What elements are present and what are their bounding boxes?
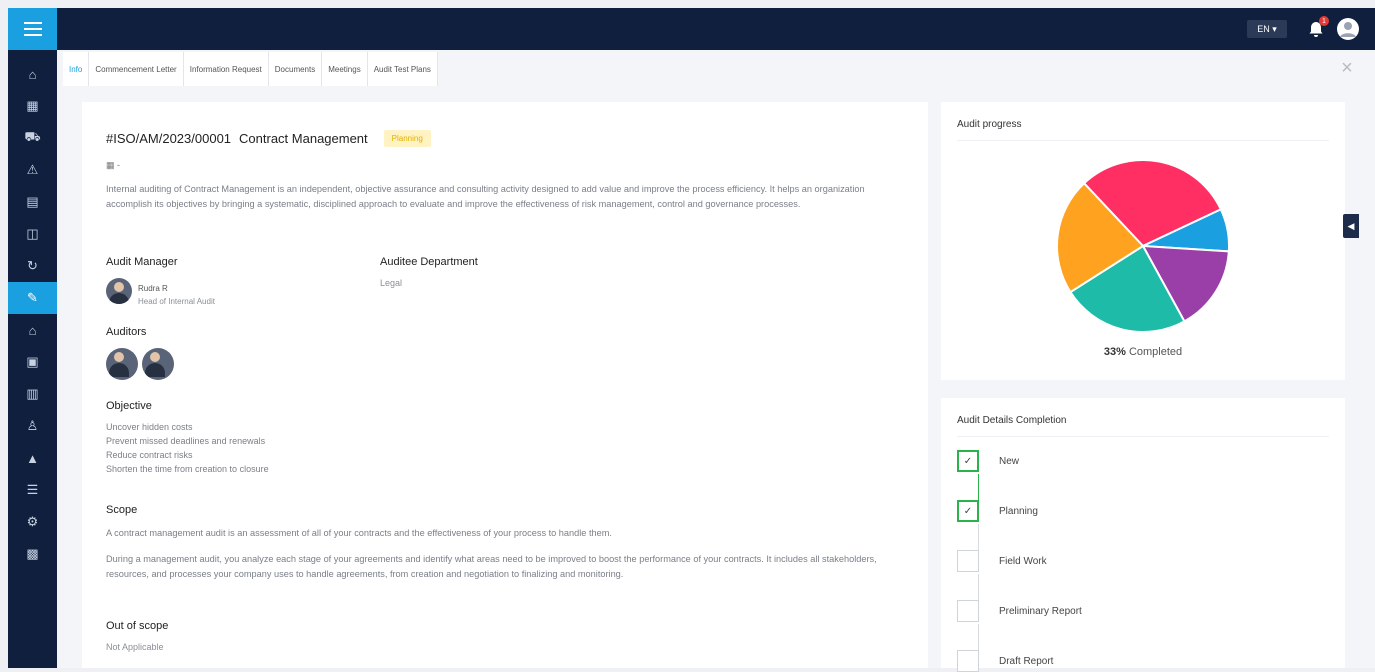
settings-icon[interactable]: ⚙ xyxy=(8,506,57,538)
language-label: EN xyxy=(1257,24,1270,34)
clipboard-icon[interactable]: ◫ xyxy=(8,218,57,250)
auditee-department: Legal xyxy=(380,278,403,288)
notification-badge: 1 xyxy=(1319,16,1329,26)
check-icon[interactable]: ✓ xyxy=(957,500,979,522)
audit-date-value: - xyxy=(117,160,121,170)
auditee-department-label: Auditee Department xyxy=(380,256,478,268)
objective-list: Uncover hidden costs Prevent missed dead… xyxy=(106,420,269,476)
objective-item: Uncover hidden costs xyxy=(106,422,193,432)
sidebar: ⌂ ▦ ⛟ ⚠ ▤ ◫ ↻ ✎ ⌂ ▣ ▥ ♙ ▲ ☰ ⚙ ▩ xyxy=(8,8,57,668)
report-icon[interactable]: ▥ xyxy=(8,378,57,410)
out-of-scope-label: Out of scope xyxy=(106,620,169,632)
check-icon[interactable]: ✓ xyxy=(957,450,979,472)
divider xyxy=(957,140,1329,141)
calendar-icon: ▦ xyxy=(106,160,115,170)
checkbox[interactable] xyxy=(957,650,979,672)
auditor-avatar-1[interactable] xyxy=(106,348,138,380)
file-icon[interactable]: ▣ xyxy=(8,346,57,378)
tab-commencement-letter[interactable]: Commencement Letter xyxy=(89,52,184,86)
audit-manager-label: Audit Manager xyxy=(106,256,178,268)
step-label: New xyxy=(999,455,1020,467)
out-of-scope-value: Not Applicable xyxy=(106,642,164,652)
truck-icon[interactable]: ⛟ xyxy=(8,122,57,154)
scope-text-2: During a management audit, you analyze e… xyxy=(106,554,877,579)
house-icon[interactable]: ⌂ xyxy=(8,314,57,346)
scope-text-1: A contract management audit is an assess… xyxy=(106,528,612,538)
audit-edit-icon[interactable]: ✎ xyxy=(8,282,57,314)
manager-name: Rudra R xyxy=(138,284,168,293)
step-label: Preliminary Report xyxy=(999,605,1082,617)
divider xyxy=(957,436,1329,437)
completion-title: Audit Details Completion xyxy=(957,415,1067,426)
top-bar: EN ▾ 1 xyxy=(57,8,1375,50)
step-label: Draft Report xyxy=(999,655,1054,667)
close-icon[interactable]: × xyxy=(1337,58,1357,78)
step-connector xyxy=(978,574,979,602)
tab-meetings[interactable]: Meetings xyxy=(322,52,368,86)
tab-documents[interactable]: Documents xyxy=(269,52,323,86)
manager-avatar xyxy=(106,278,132,304)
chevron-left-icon: ◀ xyxy=(1347,220,1355,231)
sync-icon[interactable]: ↻ xyxy=(8,250,57,282)
step-label: Field Work xyxy=(999,555,1047,567)
audit-completion-card: Audit Details Completion ✓ New ✓ Planning … xyxy=(941,398,1345,672)
progress-pie-chart xyxy=(1056,159,1230,333)
checkbox[interactable] xyxy=(957,550,979,572)
document-icon[interactable]: ▤ xyxy=(8,186,57,218)
warning-icon[interactable]: ⚠ xyxy=(8,154,57,186)
notification-bell-icon[interactable]: 1 xyxy=(1307,16,1329,38)
tab-bar: Info Commencement Letter Information Req… xyxy=(63,52,438,86)
step-draft-report[interactable]: Draft Report xyxy=(957,650,1053,672)
audit-date: ▦ - xyxy=(106,160,120,171)
home-icon[interactable]: ⌂ xyxy=(8,58,57,90)
progress-caption-text: Completed xyxy=(1128,346,1183,358)
auditors-label: Auditors xyxy=(106,326,147,338)
audit-id: #ISO/AM/2023/00001 xyxy=(106,131,232,146)
status-badge: Planning xyxy=(383,130,431,147)
step-label: Planning xyxy=(999,505,1038,517)
step-new[interactable]: ✓ New xyxy=(957,450,1019,472)
list-icon[interactable]: ☰ xyxy=(8,474,57,506)
progress-percent: 33% xyxy=(1103,346,1126,358)
sidebar-nav: ⌂ ▦ ⛟ ⚠ ▤ ◫ ↻ ✎ ⌂ ▣ ▥ ♙ ▲ ☰ ⚙ ▩ xyxy=(8,58,57,570)
manager-role: Head of Internal Audit xyxy=(138,297,215,306)
objective-item: Prevent missed deadlines and renewals xyxy=(106,436,266,446)
tab-information-request[interactable]: Information Request xyxy=(184,52,269,86)
language-selector[interactable]: EN ▾ xyxy=(1247,20,1287,38)
progress-caption: 33% Completed xyxy=(941,346,1345,358)
tab-audit-test-plans[interactable]: Audit Test Plans xyxy=(368,52,438,86)
objective-item: Shorten the time from creation to closur… xyxy=(106,464,269,474)
tab-info[interactable]: Info xyxy=(63,52,90,86)
lock-icon[interactable]: ▲ xyxy=(8,442,57,474)
step-preliminary-report[interactable]: Preliminary Report xyxy=(957,600,1082,622)
audit-progress-card: Audit progress 33% Completed xyxy=(941,102,1345,380)
audit-info-card: #ISO/AM/2023/00001 Contract Management P… xyxy=(82,102,928,668)
audit-description: Internal auditing of Contract Management… xyxy=(106,184,865,209)
step-connector xyxy=(978,524,979,552)
book-icon[interactable]: ▩ xyxy=(8,538,57,570)
user-icon[interactable]: ♙ xyxy=(8,410,57,442)
step-connector xyxy=(978,474,979,502)
step-planning[interactable]: ✓ Planning xyxy=(957,500,1038,522)
user-avatar-icon[interactable] xyxy=(1337,18,1359,40)
step-connector xyxy=(978,624,979,652)
hamburger-menu-button[interactable] xyxy=(8,8,57,50)
audit-title: Contract Management xyxy=(239,131,368,146)
step-field-work[interactable]: Field Work xyxy=(957,550,1047,572)
audit-title-row: #ISO/AM/2023/00001 Contract Management P… xyxy=(106,130,431,147)
objective-label: Objective xyxy=(106,400,152,412)
app-frame: ⌂ ▦ ⛟ ⚠ ▤ ◫ ↻ ✎ ⌂ ▣ ▥ ♙ ▲ ☰ ⚙ ▩ EN ▾ 1 I… xyxy=(8,8,1375,672)
scope-label: Scope xyxy=(106,504,138,516)
objective-item: Reduce contract risks xyxy=(106,450,193,460)
checkbox[interactable] xyxy=(957,600,979,622)
collapse-panel-button[interactable]: ◀ xyxy=(1343,214,1359,238)
auditor-avatar-2[interactable] xyxy=(142,348,174,380)
building-icon[interactable]: ▦ xyxy=(8,90,57,122)
audit-progress-title: Audit progress xyxy=(957,119,1022,130)
menu-icon xyxy=(23,22,42,36)
